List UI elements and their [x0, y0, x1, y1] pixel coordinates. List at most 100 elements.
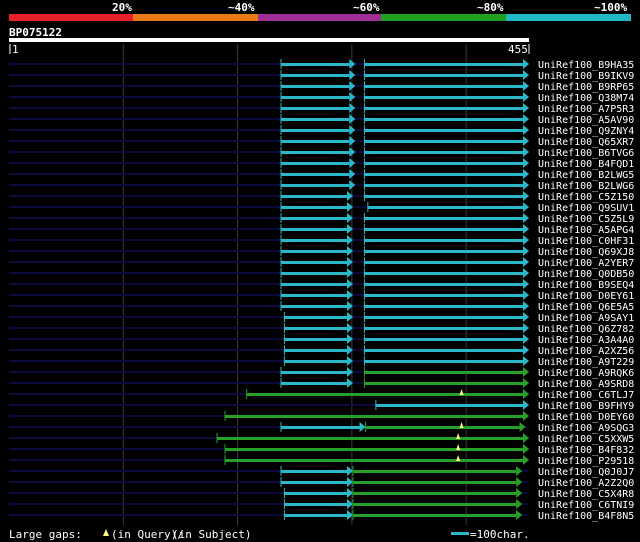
- hit-id-link[interactable]: UniRef100_Q6Z782: [538, 324, 634, 335]
- hit-id-link[interactable]: UniRef100_A9SAY1: [538, 313, 634, 324]
- hit-row[interactable]: UniRef100_Q9ZNY4: [9, 125, 634, 137]
- hit-row[interactable]: UniRef100_Q0DB50: [9, 268, 634, 280]
- hit-id-link[interactable]: UniRef100_Q0J0J7: [538, 467, 634, 478]
- hit-id-link[interactable]: UniRef100_C6TNI9: [538, 500, 634, 511]
- hit-id-link[interactable]: UniRef100_Q9ZNY4: [538, 126, 634, 137]
- hit-row[interactable]: UniRef100_C0HF31: [9, 235, 634, 247]
- hit-id-link[interactable]: UniRef100_B9HA35: [538, 60, 634, 71]
- hit-id-link[interactable]: UniRef100_Q6E5A5: [538, 302, 634, 313]
- segment-end-arrow-icon: [523, 246, 529, 256]
- hit-row[interactable]: UniRef100_B6TVG6: [9, 147, 634, 159]
- alignment-segment: [284, 360, 347, 363]
- hit-row[interactable]: UniRef100_A9SQG3: [9, 422, 634, 434]
- hit-id-link[interactable]: UniRef100_B2LWG5: [538, 170, 634, 181]
- hit-id-link[interactable]: UniRef100_C5Z5L9: [538, 214, 634, 225]
- hit-row[interactable]: UniRef100_C5XXW5: [9, 433, 634, 445]
- hit-row[interactable]: UniRef100_C5X4R8: [9, 488, 634, 500]
- hit-id-link[interactable]: UniRef100_A3A4A0: [538, 335, 634, 346]
- hit-row[interactable]: UniRef100_B2LWG5: [9, 169, 634, 181]
- hit-id-link[interactable]: UniRef100_B4FQD1: [538, 159, 634, 170]
- hit-row[interactable]: UniRef100_A3A4A0: [9, 334, 634, 346]
- hit-id-link[interactable]: UniRef100_Q69XJ8: [538, 247, 634, 258]
- hit-row[interactable]: UniRef100_A2Z2Q0: [9, 477, 634, 489]
- hit-row[interactable]: UniRef100_C5Z150: [9, 191, 634, 203]
- hit-row[interactable]: UniRef100_Q6Z782: [9, 323, 634, 335]
- alignment-segment: [364, 272, 523, 275]
- hit-id-link[interactable]: UniRef100_B9RP65: [538, 82, 634, 93]
- query-start-label: 1: [12, 43, 19, 56]
- hit-id-link[interactable]: UniRef100_A5APG4: [538, 225, 634, 236]
- hit-id-link[interactable]: UniRef100_B9IKV9: [538, 71, 634, 82]
- hit-row[interactable]: UniRef100_C6TLJ7: [9, 389, 634, 401]
- hit-row[interactable]: UniRef100_B9FHY9: [9, 400, 634, 412]
- hit-row[interactable]: UniRef100_A9RQK6: [9, 367, 634, 379]
- hit-id-link[interactable]: UniRef100_B4F8N5: [538, 511, 634, 522]
- alignment-segment: [364, 85, 523, 88]
- hit-row[interactable]: UniRef100_A9T229: [9, 356, 634, 368]
- hit-row[interactable]: UniRef100_Q69XJ8: [9, 246, 634, 258]
- hit-row[interactable]: UniRef100_A5APG4: [9, 224, 634, 236]
- hit-id-link[interactable]: UniRef100_A2YER7: [538, 258, 634, 269]
- hit-row[interactable]: UniRef100_C5Z5L9: [9, 213, 634, 225]
- segment-end-arrow-icon: [523, 136, 529, 146]
- hit-row[interactable]: UniRef100_D0EY61: [9, 290, 634, 302]
- hit-row[interactable]: UniRef100_A5AV90: [9, 114, 634, 126]
- hit-row[interactable]: UniRef100_Q6E5A5: [9, 301, 634, 313]
- hit-row[interactable]: UniRef100_B9IKV9: [9, 70, 634, 82]
- hit-row[interactable]: UniRef100_A7P5R3: [9, 103, 634, 115]
- hit-id-link[interactable]: UniRef100_A2XZ56: [538, 346, 634, 357]
- hit-row[interactable]: UniRef100_C6TNI9: [9, 499, 634, 511]
- alignment-segment: [217, 437, 523, 440]
- hit-id-link[interactable]: UniRef100_P29518: [538, 456, 634, 467]
- hit-row[interactable]: UniRef100_Q0J0J7: [9, 466, 634, 478]
- segment-end-arrow-icon: [523, 301, 529, 311]
- hit-id-link[interactable]: UniRef100_Q38M74: [538, 93, 634, 104]
- hit-row[interactable]: UniRef100_A2XZ56: [9, 345, 634, 357]
- hit-id-link[interactable]: UniRef100_A9SRD8: [538, 379, 634, 390]
- hit-id-link[interactable]: UniRef100_A2Z2Q0: [538, 478, 634, 489]
- hit-row[interactable]: UniRef100_Q38M74: [9, 92, 634, 104]
- hit-id-link[interactable]: UniRef100_A5AV90: [538, 115, 634, 126]
- hit-id-link[interactable]: UniRef100_C5Z150: [538, 192, 634, 203]
- hit-row[interactable]: UniRef100_P29518: [9, 455, 634, 467]
- hit-id-link[interactable]: UniRef100_A9T229: [538, 357, 634, 368]
- hit-id-link[interactable]: UniRef100_B6TVG6: [538, 148, 634, 159]
- hit-id-link[interactable]: UniRef100_Q65XR7: [538, 137, 634, 148]
- hit-id-link[interactable]: UniRef100_C5X4R8: [538, 489, 634, 500]
- scale-band-3: [258, 14, 381, 21]
- hit-row[interactable]: UniRef100_B9HA35: [9, 59, 634, 71]
- hit-row[interactable]: UniRef100_B4F832: [9, 444, 634, 456]
- hit-id-link[interactable]: UniRef100_B4F832: [538, 445, 634, 456]
- hit-id-link[interactable]: UniRef100_C6TLJ7: [538, 390, 634, 401]
- hit-row[interactable]: UniRef100_B9RP65: [9, 81, 634, 93]
- alignment-segment: [353, 492, 517, 495]
- hit-id-link[interactable]: UniRef100_A9RQK6: [538, 368, 634, 379]
- segment-end-arrow-icon: [523, 59, 529, 69]
- hit-id-link[interactable]: UniRef100_Q0DB50: [538, 269, 634, 280]
- hit-id-link[interactable]: UniRef100_B9SEQ4: [538, 280, 634, 291]
- hit-id-link[interactable]: UniRef100_B2LWG6: [538, 181, 634, 192]
- hit-row[interactable]: UniRef100_B2LWG6: [9, 180, 634, 192]
- alignment-segment: [367, 206, 523, 209]
- hit-row[interactable]: UniRef100_B4F8N5: [9, 510, 634, 522]
- hit-row[interactable]: UniRef100_B9SEQ4: [9, 279, 634, 291]
- hit-row[interactable]: UniRef100_Q65XR7: [9, 136, 634, 148]
- hit-row[interactable]: UniRef100_B4FQD1: [9, 158, 634, 170]
- hit-row[interactable]: UniRef100_D0EY60: [9, 411, 634, 423]
- hit-id-link[interactable]: UniRef100_C5XXW5: [538, 434, 634, 445]
- hit-id-link[interactable]: UniRef100_A9SQG3: [538, 423, 634, 434]
- hit-row[interactable]: UniRef100_Q9SUV1: [9, 202, 634, 214]
- alignment-segment: [353, 503, 517, 506]
- alignment-segment: [225, 448, 523, 451]
- hit-row[interactable]: UniRef100_A9SRD8: [9, 378, 634, 390]
- segment-end-arrow-icon: [523, 378, 529, 388]
- hit-id-link[interactable]: UniRef100_Q9SUV1: [538, 203, 634, 214]
- query-id: BP075122: [9, 26, 62, 39]
- hit-row[interactable]: UniRef100_A9SAY1: [9, 312, 634, 324]
- hit-id-link[interactable]: UniRef100_D0EY61: [538, 291, 634, 302]
- hit-id-link[interactable]: UniRef100_A7P5R3: [538, 104, 634, 115]
- hit-row[interactable]: UniRef100_A2YER7: [9, 257, 634, 269]
- hit-id-link[interactable]: UniRef100_B9FHY9: [538, 401, 634, 412]
- hit-id-link[interactable]: UniRef100_C0HF31: [538, 236, 634, 247]
- hit-id-link[interactable]: UniRef100_D0EY60: [538, 412, 634, 423]
